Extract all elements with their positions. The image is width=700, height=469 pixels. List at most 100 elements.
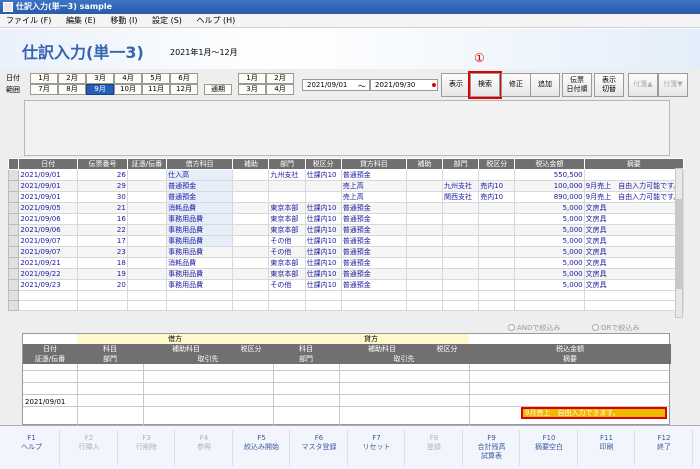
table-cell[interactable]: 仕課内10 (304, 213, 342, 225)
table-cell[interactable]: 2021/09/07 (18, 235, 79, 247)
table-cell[interactable] (126, 257, 168, 269)
table-cell[interactable] (405, 169, 444, 181)
table-cell[interactable]: その他 (268, 246, 306, 258)
table-cell[interactable]: 9月売上 自由入力可能です。 (583, 191, 685, 203)
function-key-f11[interactable]: F11 印刷 (579, 430, 635, 466)
table-cell[interactable] (232, 202, 270, 214)
table-cell[interactable]: 26 (77, 169, 128, 181)
table-cell[interactable]: 仕課内10 (304, 235, 342, 247)
row-header[interactable] (7, 202, 20, 214)
table-cell[interactable]: 九州支社 (442, 180, 480, 192)
table-cell[interactable]: 19 (77, 268, 128, 280)
row-header[interactable] (7, 191, 20, 203)
function-key-f1[interactable]: F1 ヘルプ (4, 430, 60, 466)
table-cell[interactable] (442, 289, 480, 302)
table-row[interactable]: 2021/09/06 16 事務用品費 東京本部 仕課内10 普通預金 5,000 文房具 (7, 213, 685, 225)
table-row[interactable]: 2021/09/22 19 事務用品費 東京本部 仕課内10 普通預金 5,000 文房具 (7, 268, 685, 280)
table-cell[interactable]: 文房具 (583, 257, 685, 269)
table-cell[interactable] (405, 235, 444, 247)
table-cell[interactable]: 文房具 (583, 268, 685, 280)
table-cell[interactable]: 5,000 (514, 246, 585, 258)
table-row[interactable]: 2021/09/01 29 普通預金 売上高 九州支社 売内10 100,000 9月売上 自… (7, 180, 685, 192)
row-header[interactable] (7, 213, 20, 225)
month-button-selected[interactable]: 9月 (86, 84, 114, 95)
tag-up-button[interactable]: 付箋▲ (628, 73, 658, 97)
table-cell[interactable]: 5,000 (514, 235, 585, 247)
table-cell[interactable] (442, 213, 480, 225)
table-cell[interactable] (77, 289, 128, 302)
table-cell[interactable]: 普通預金 (340, 224, 407, 236)
table-cell[interactable] (18, 289, 79, 302)
date-to-input[interactable]: 2021/09/30 (370, 79, 438, 91)
menu-edit[interactable]: 編集 (E) (66, 16, 96, 25)
and-filter-option[interactable]: ANDで絞込み (508, 323, 560, 333)
table-cell[interactable]: 仕課内10 (304, 279, 342, 291)
table-cell[interactable] (7, 300, 20, 312)
table-cell[interactable] (478, 235, 516, 247)
or-filter-option[interactable]: ORで絞込み (592, 323, 639, 333)
row-header[interactable] (7, 235, 20, 247)
table-cell[interactable] (442, 224, 480, 236)
menu-settings[interactable]: 設定 (S) (152, 16, 182, 25)
quarter-button[interactable]: 2月 (266, 73, 294, 84)
table-cell[interactable] (126, 180, 168, 192)
table-cell[interactable]: 事務用品費 (166, 268, 234, 280)
table-cell[interactable]: 5,000 (514, 224, 585, 236)
table-cell[interactable] (442, 235, 480, 247)
table-cell[interactable] (478, 279, 516, 291)
function-key-f12[interactable]: F12 終了 (637, 430, 693, 466)
table-cell[interactable]: 23 (77, 246, 128, 258)
function-key-f10[interactable]: F10 摘要空白 (522, 430, 578, 466)
row-header[interactable] (7, 279, 20, 291)
table-cell[interactable] (126, 246, 168, 258)
table-cell[interactable]: 事務用品費 (166, 213, 234, 225)
row-header[interactable] (7, 169, 20, 181)
month-button[interactable]: 6月 (170, 73, 198, 84)
table-cell[interactable]: 普通預金 (166, 180, 234, 192)
table-cell[interactable] (77, 300, 128, 312)
table-cell[interactable] (126, 235, 168, 247)
table-cell[interactable]: 事務用品費 (166, 279, 234, 291)
table-cell[interactable]: 2021/09/01 (18, 180, 79, 192)
entry-date-value[interactable]: 2021/09/01 (25, 398, 65, 406)
table-cell[interactable]: 東京本部 (268, 268, 306, 280)
row-header[interactable] (7, 257, 20, 269)
table-cell[interactable] (442, 202, 480, 214)
table-cell[interactable]: その他 (268, 235, 306, 247)
table-cell[interactable] (126, 300, 168, 312)
function-key-f4[interactable]: F4 参照 (177, 430, 233, 466)
table-cell[interactable] (405, 289, 444, 302)
table-cell[interactable]: 売上高 (340, 191, 407, 203)
table-cell[interactable]: 事務用品費 (166, 246, 234, 258)
table-cell[interactable] (405, 180, 444, 192)
month-button[interactable]: 4月 (114, 73, 142, 84)
show-button[interactable]: 表示 (441, 73, 471, 97)
table-cell[interactable] (166, 289, 234, 302)
table-cell[interactable]: 2021/09/05 (18, 202, 79, 214)
table-cell[interactable]: 5,000 (514, 202, 585, 214)
table-cell[interactable] (478, 246, 516, 258)
table-cell[interactable] (232, 191, 270, 203)
table-cell[interactable]: 関西支社 (442, 191, 480, 203)
table-row[interactable]: 2021/09/07 23 事務用品費 その他 仕課内10 普通預金 5,000 文房具 (7, 246, 685, 258)
table-cell[interactable]: 30 (77, 191, 128, 203)
table-cell[interactable]: 売内10 (478, 180, 516, 192)
row-header[interactable] (7, 268, 20, 280)
table-cell[interactable]: 仕入高 (166, 169, 234, 181)
table-cell[interactable] (268, 180, 306, 192)
table-cell[interactable] (232, 268, 270, 280)
table-cell[interactable] (18, 300, 79, 312)
table-cell[interactable]: 普通預金 (340, 235, 407, 247)
table-cell[interactable] (304, 289, 342, 302)
table-cell[interactable]: 消耗品費 (166, 202, 234, 214)
table-cell[interactable] (405, 213, 444, 225)
month-button[interactable]: 11月 (142, 84, 170, 95)
table-cell[interactable] (232, 300, 270, 312)
table-cell[interactable]: 普通預金 (166, 191, 234, 203)
table-cell[interactable]: 100,000 (514, 180, 585, 192)
table-cell[interactable]: 20 (77, 279, 128, 291)
function-key-f8[interactable]: F8 登録 (407, 430, 463, 466)
table-row[interactable]: 2021/09/05 21 消耗品費 東京本部 仕課内10 普通預金 5,000 文房具 (7, 202, 685, 214)
table-cell[interactable]: 文房具 (583, 213, 685, 225)
table-cell[interactable] (126, 224, 168, 236)
